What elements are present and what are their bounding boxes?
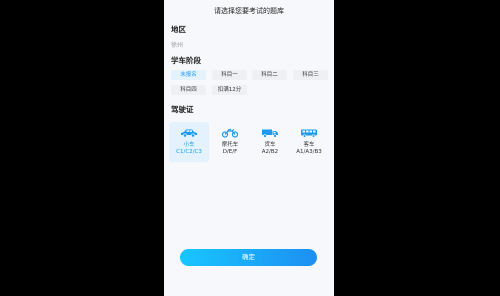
stage-option-unregistered[interactable]: 未报名 bbox=[171, 70, 206, 80]
stage-option-subject-3[interactable]: 科目三 bbox=[293, 70, 328, 80]
license-code: D/E/F bbox=[222, 149, 238, 155]
stage-option-subject-1[interactable]: 科目一 bbox=[212, 70, 247, 80]
motorcycle-icon bbox=[221, 128, 239, 138]
app-screen: 请选择您要考试的题库 地区 徐州 学车阶段 未报名 科目一 科目二 科目三 科目… bbox=[164, 0, 334, 296]
stage-label: 学车阶段 bbox=[171, 56, 201, 65]
license-code: A2/B2 bbox=[261, 149, 279, 155]
confirm-button[interactable]: 确定 bbox=[180, 249, 317, 266]
stage-option-subject-2[interactable]: 科目二 bbox=[252, 70, 287, 80]
truck-icon bbox=[262, 129, 278, 138]
license-name: 货车 bbox=[264, 142, 276, 148]
license-option-bus[interactable]: 客车 A1/A3/B3 bbox=[289, 122, 329, 162]
license-name: 摩托车 bbox=[221, 142, 239, 148]
license-label: 驾驶证 bbox=[171, 105, 194, 114]
license-code: C1/C2/C3 bbox=[176, 149, 202, 155]
license-name: 小车 bbox=[183, 142, 195, 148]
page-title: 请选择您要考试的题库 bbox=[214, 7, 284, 15]
license-option-motorcycle[interactable]: 摩托车 D/E/F bbox=[210, 122, 250, 162]
bus-icon bbox=[301, 129, 317, 138]
stage-option-deduct-12[interactable]: 扣满12分 bbox=[212, 85, 247, 95]
license-option-car[interactable]: 小车 C1/C2/C3 bbox=[169, 122, 209, 162]
region-value[interactable]: 徐州 bbox=[171, 40, 183, 49]
car-icon bbox=[181, 129, 197, 138]
region-label: 地区 bbox=[171, 25, 186, 34]
license-option-truck[interactable]: 货车 A2/B2 bbox=[250, 122, 290, 162]
license-code: A1/A3/B3 bbox=[296, 149, 322, 155]
stage-option-subject-4[interactable]: 科目四 bbox=[171, 85, 206, 95]
license-name: 客车 bbox=[303, 142, 315, 148]
